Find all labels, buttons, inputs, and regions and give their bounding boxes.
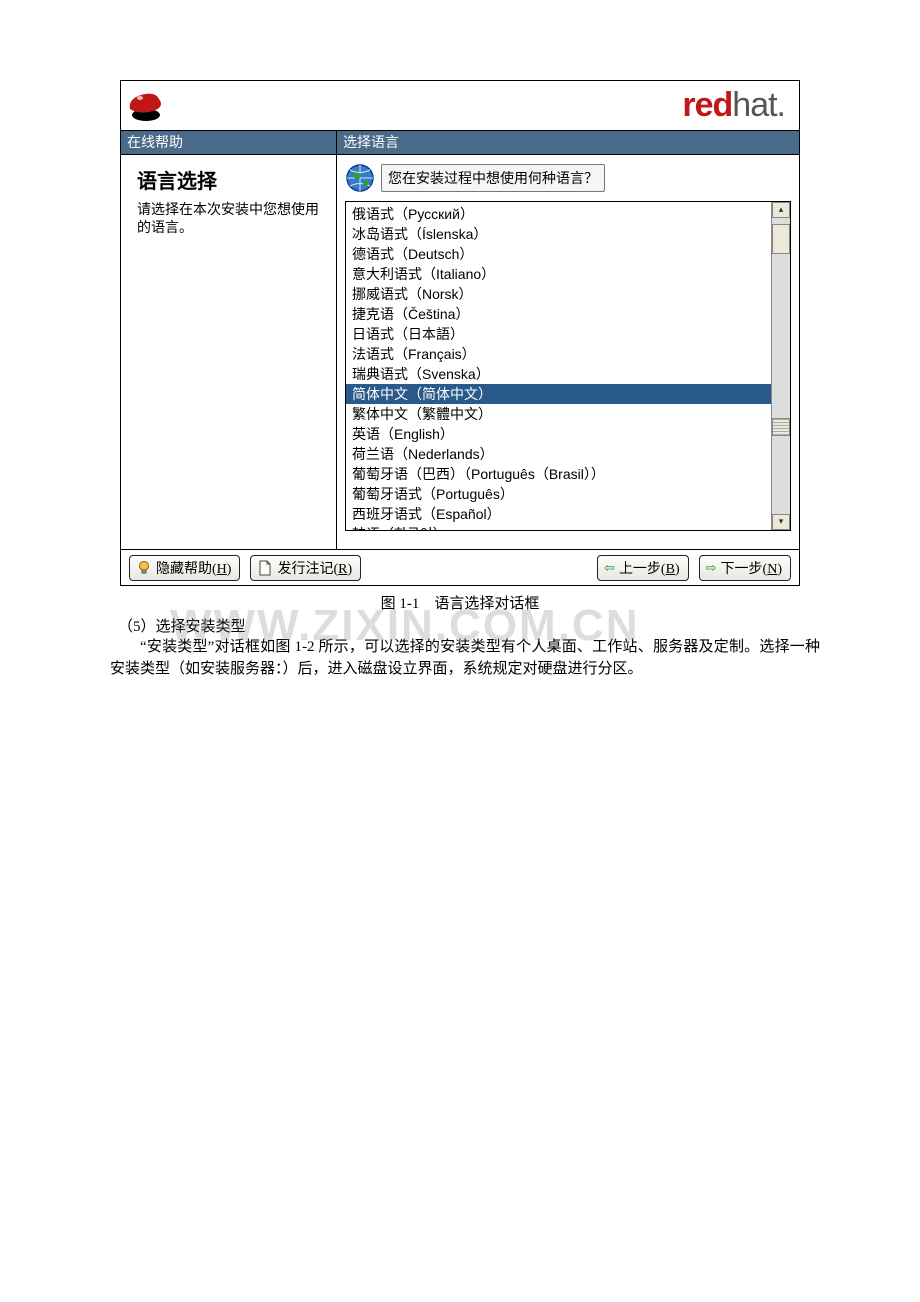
main-pane-header: 选择语言 xyxy=(337,131,799,155)
scrollbar[interactable]: ▴ ▾ xyxy=(771,202,790,530)
language-option[interactable]: 韩语（한국어） xyxy=(346,524,771,530)
language-listbox[interactable]: 俄语式（Русский）冰岛语式（Íslenska）德语式（Deutsch）意大… xyxy=(345,201,791,531)
section-body: “安装类型”对话框如图 1-2 所示，可以选择的安装类型有个人桌面、工作站、服务… xyxy=(110,636,820,680)
installer-window: redhat. 在线帮助 语言选择 请选择在本次安装中您想使用的语言。 选择语言 xyxy=(120,80,800,586)
help-pane: 在线帮助 语言选择 请选择在本次安装中您想使用的语言。 xyxy=(121,131,337,549)
release-notes-label: 发行注记(R) xyxy=(277,558,352,578)
section-heading: （5）选择安装类型 xyxy=(118,615,820,636)
arrow-left-icon: ⇦ xyxy=(604,560,615,576)
page-icon xyxy=(257,560,273,576)
globe-icon xyxy=(345,163,375,193)
scroll-grip[interactable] xyxy=(772,418,790,436)
language-option[interactable]: 葡萄牙语（巴西）（Português（Brasil）） xyxy=(346,464,771,484)
language-option[interactable]: 意大利语式（Italiano） xyxy=(346,264,771,284)
language-option[interactable]: 葡萄牙语式（Português） xyxy=(346,484,771,504)
back-label: 上一步(B) xyxy=(619,558,680,578)
help-title: 语言选择 xyxy=(137,165,324,194)
language-list-inner: 俄语式（Русский）冰岛语式（Íslenska）德语式（Deutsch）意大… xyxy=(346,202,771,530)
hide-help-label: 隐藏帮助(H) xyxy=(156,558,231,578)
document-page: redhat. 在线帮助 语言选择 请选择在本次安装中您想使用的语言。 选择语言 xyxy=(0,0,920,1302)
language-option[interactable]: 俄语式（Русский） xyxy=(346,204,771,224)
hide-help-button[interactable]: 隐藏帮助(H) xyxy=(129,555,240,581)
scroll-track[interactable] xyxy=(772,218,790,514)
main-pane: 选择语言 您在安装过程中想使用何种语言？ 俄语式（Русский）冰岛语式（Ís… xyxy=(337,131,799,549)
language-option[interactable]: 法语式（Français） xyxy=(346,344,771,364)
language-option[interactable]: 西班牙语式（Español） xyxy=(346,504,771,524)
arrow-right-icon: ⇨ xyxy=(706,560,717,576)
help-pane-header: 在线帮助 xyxy=(121,131,336,155)
window-body: 在线帮助 语言选择 请选择在本次安装中您想使用的语言。 选择语言 xyxy=(121,131,799,549)
next-button[interactable]: ⇨ 下一步(N) xyxy=(700,556,790,580)
next-button-frame: ⇨ 下一步(N) xyxy=(699,555,791,581)
next-label: 下一步(N) xyxy=(721,558,782,578)
language-option[interactable]: 德语式（Deutsch） xyxy=(346,244,771,264)
language-option[interactable]: 瑞典语式（Svenska） xyxy=(346,364,771,384)
redhat-wordmark: redhat. xyxy=(682,86,791,125)
language-option[interactable]: 挪威语式（Norsk） xyxy=(346,284,771,304)
language-option[interactable]: 捷克语（Čeština） xyxy=(346,304,771,324)
release-notes-button[interactable]: 发行注记(R) xyxy=(250,555,361,581)
help-subtitle: 请选择在本次安装中您想使用的语言。 xyxy=(137,202,324,238)
redhat-logo-icon xyxy=(125,85,167,127)
prompt-text: 您在安装过程中想使用何种语言？ xyxy=(381,164,605,192)
scroll-down-button[interactable]: ▾ xyxy=(772,514,790,530)
language-option[interactable]: 英语（English） xyxy=(346,424,771,444)
paragraph-wrap: WWW.ZIXIN.COM.CN （5）选择安装类型 “安装类型”对话框如图 1… xyxy=(110,615,820,680)
back-button[interactable]: ⇦ 上一步(B) xyxy=(597,555,689,581)
language-option[interactable]: 冰岛语式（Íslenska） xyxy=(346,224,771,244)
language-option[interactable]: 日语式（日本語） xyxy=(346,324,771,344)
title-bar: redhat. xyxy=(121,81,799,131)
lightbulb-icon xyxy=(136,560,152,576)
scroll-up-button[interactable]: ▴ xyxy=(772,202,790,218)
prompt-row: 您在安装过程中想使用何种语言？ xyxy=(337,155,799,195)
language-option[interactable]: 简体中文（简体中文） xyxy=(346,384,771,404)
help-content: 语言选择 请选择在本次安装中您想使用的语言。 xyxy=(121,155,336,246)
language-option[interactable]: 荷兰语（Nederlands） xyxy=(346,444,771,464)
figure-caption: 图 1-1 语言选择对话框 xyxy=(120,592,800,613)
footer-bar: 隐藏帮助(H) 发行注记(R) ⇦ 上一步(B) ⇨ xyxy=(121,549,799,585)
language-option[interactable]: 繁体中文（繁體中文） xyxy=(346,404,771,424)
scroll-thumb[interactable] xyxy=(772,224,790,254)
